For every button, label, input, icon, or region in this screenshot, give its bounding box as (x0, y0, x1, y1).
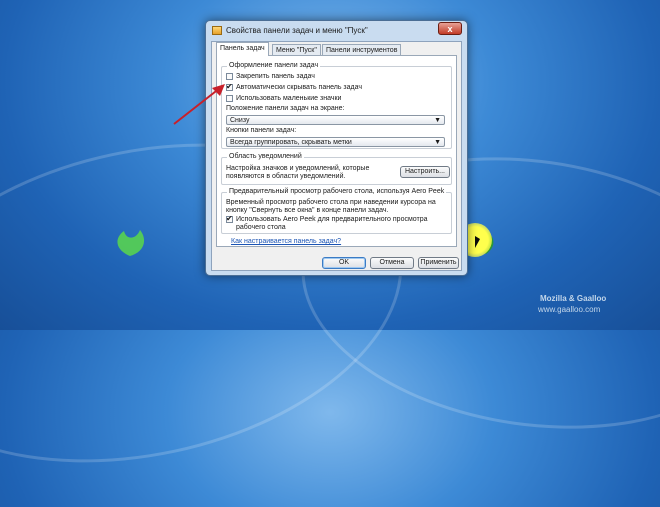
lock-taskbar-checkbox[interactable] (226, 73, 233, 80)
aero-peek-checkbox[interactable] (226, 214, 233, 223)
notification-area-group: Область уведомлений Настройка значков и … (221, 153, 452, 185)
buttons-label: Кнопки панели задач: (226, 127, 297, 134)
mouse-cursor-icon (475, 236, 480, 248)
window-title: Свойства панели задач и меню "Пуск" (226, 26, 368, 35)
group-title: Область уведомлений (227, 153, 304, 160)
notification-description-line1: Настройка значков и уведомлений, которые (226, 165, 370, 172)
buttons-select-value: Всегда группировать, скрывать метки (230, 139, 352, 146)
cancel-button[interactable]: Отмена (370, 257, 414, 269)
position-select[interactable]: Снизу ▼ (226, 115, 445, 125)
watermark-line2: www.gaalloo.com (538, 305, 601, 314)
aero-peek-description-line2: кнопку "Свернуть все окна" в конце панел… (226, 207, 389, 214)
notification-description-line2: появляются в области уведомлений. (226, 173, 346, 180)
position-label: Положение панели задач на экране: (226, 105, 345, 112)
watermark-line1: Mozilla & Gaalloo (540, 294, 607, 303)
group-title: Оформление панели задач (227, 62, 321, 69)
group-title: Предварительный просмотр рабочего стола,… (227, 188, 447, 195)
help-link[interactable]: Как настраивается панель задач? (231, 238, 341, 245)
close-button[interactable]: x (438, 22, 462, 35)
dropdown-arrow-icon: ▼ (434, 117, 441, 124)
apply-button[interactable]: Применить (418, 257, 459, 269)
option-label: Закрепить панель задач (236, 73, 315, 80)
aero-peek-group: Предварительный просмотр рабочего стола,… (221, 188, 452, 234)
aero-peek-description-line1: Временный просмотр рабочего стола при на… (226, 199, 436, 206)
title-bar[interactable]: Свойства панели задач и меню "Пуск" x (206, 21, 467, 41)
option-label: Использовать Aero Peek для предварительн… (236, 216, 428, 223)
buttons-select[interactable]: Всегда группировать, скрывать метки ▼ (226, 137, 445, 147)
option-label: Использовать маленькие значки (236, 95, 342, 102)
annotation-arrow-icon (173, 84, 225, 125)
desktop-leaf-icon (117, 230, 145, 256)
ok-button[interactable]: OK (322, 257, 366, 269)
small-icons-option[interactable]: Использовать маленькие значки (226, 95, 341, 104)
option-label: Автоматически скрывать панель задач (236, 84, 363, 91)
lock-taskbar-option[interactable]: Закрепить панель задач (226, 73, 315, 82)
dialog-body: Панель задач Меню "Пуск" Панели инструме… (211, 41, 462, 271)
window-icon (212, 26, 222, 35)
tab-panel-taskbar: Оформление панели задач Закрепить панель… (216, 55, 457, 247)
dropdown-arrow-icon: ▼ (434, 139, 441, 146)
position-select-value: Снизу (230, 117, 250, 124)
tab-taskbar[interactable]: Панель задач (216, 42, 269, 56)
autohide-taskbar-option[interactable]: Автоматически скрывать панель задач (226, 82, 363, 93)
taskbar-properties-dialog: Свойства панели задач и меню "Пуск" x Па… (205, 20, 468, 276)
customize-button[interactable]: Настроить... (400, 166, 450, 178)
aero-peek-option-line2: рабочего стола (236, 224, 286, 231)
taskbar-design-group: Оформление панели задач Закрепить панель… (221, 62, 452, 149)
